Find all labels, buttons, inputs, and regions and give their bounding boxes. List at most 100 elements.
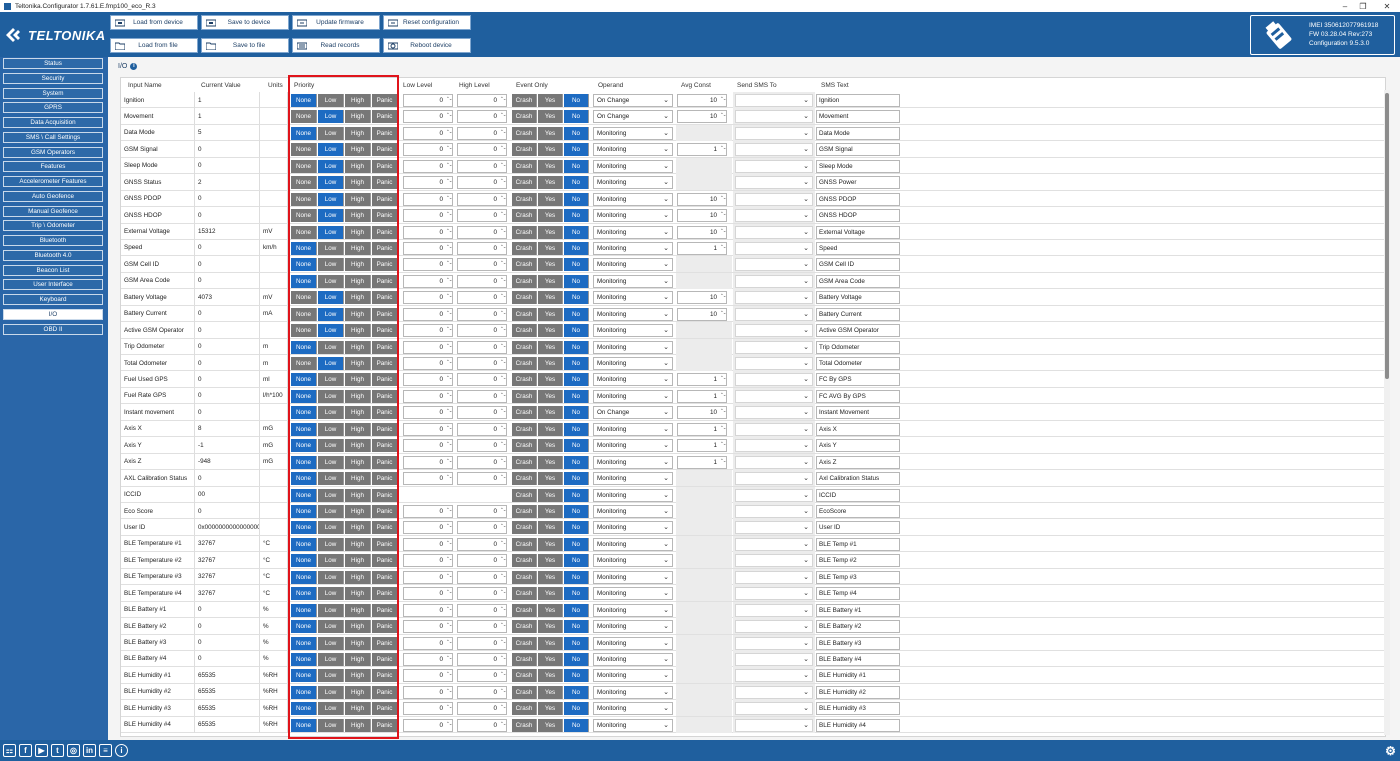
priority-none-button[interactable]: None	[291, 488, 317, 502]
update-firmware-button[interactable]: Update firmware	[292, 15, 380, 30]
low-level-input[interactable]: 0	[403, 307, 453, 321]
priority-low-button[interactable]: Low	[318, 143, 344, 157]
low-level-input[interactable]: 0	[403, 455, 453, 469]
priority-high-button[interactable]: High	[345, 554, 371, 568]
reboot-device-button[interactable]: Reboot device	[383, 38, 471, 53]
sms-text-input[interactable]: ICCID	[816, 488, 900, 502]
operand-select[interactable]: Monitoring ⌄	[593, 143, 673, 157]
operand-select[interactable]: Monitoring ⌄	[593, 192, 673, 206]
priority-none-button[interactable]: None	[291, 669, 317, 683]
priority-panic-button[interactable]: Panic	[372, 340, 398, 354]
send-sms-to-select[interactable]: ⌄	[735, 702, 813, 716]
event-no-button[interactable]: No	[564, 307, 589, 321]
send-sms-to-select[interactable]: ⌄	[735, 505, 813, 518]
priority-high-button[interactable]: High	[345, 192, 371, 206]
event-yes-button[interactable]: Yes	[538, 110, 563, 124]
high-level-input[interactable]: 0	[457, 192, 507, 206]
event-yes-button[interactable]: Yes	[538, 406, 563, 420]
low-level-input[interactable]: 0	[403, 274, 453, 288]
event-no-button[interactable]: No	[564, 340, 589, 354]
event-yes-button[interactable]: Yes	[538, 159, 563, 173]
event-no-button[interactable]: No	[564, 472, 589, 486]
high-level-input[interactable]: 0	[457, 587, 507, 601]
event-yes-button[interactable]: Yes	[538, 554, 563, 568]
event-no-button[interactable]: No	[564, 422, 589, 436]
priority-high-button[interactable]: High	[345, 324, 371, 338]
priority-high-button[interactable]: High	[345, 94, 371, 107]
priority-none-button[interactable]: None	[291, 209, 317, 223]
operand-select[interactable]: Monitoring ⌄	[593, 620, 673, 634]
priority-low-button[interactable]: Low	[318, 357, 344, 371]
operand-select[interactable]: Monitoring ⌄	[593, 176, 673, 190]
priority-low-button[interactable]: Low	[318, 340, 344, 354]
priority-none-button[interactable]: None	[291, 702, 317, 716]
avg-const-input[interactable]: 10	[677, 192, 727, 206]
avg-const-input[interactable]: 10	[677, 94, 727, 107]
avg-const-input[interactable]: 10	[677, 110, 727, 124]
priority-low-button[interactable]: Low	[318, 422, 344, 436]
event-no-button[interactable]: No	[564, 274, 589, 288]
send-sms-to-select[interactable]: ⌄	[735, 159, 813, 173]
priority-high-button[interactable]: High	[345, 669, 371, 683]
priority-high-button[interactable]: High	[345, 373, 371, 387]
event-no-button[interactable]: No	[564, 554, 589, 568]
event-no-button[interactable]: No	[564, 505, 589, 518]
event-yes-button[interactable]: Yes	[538, 488, 563, 502]
sidebar-item-bluetooth[interactable]: Bluetooth	[3, 235, 103, 246]
sms-text-input[interactable]: Axis X	[816, 422, 900, 436]
priority-low-button[interactable]: Low	[318, 258, 344, 272]
send-sms-to-select[interactable]: ⌄	[735, 439, 813, 453]
event-crash-button[interactable]: Crash	[512, 505, 537, 518]
low-level-input[interactable]: 0	[403, 258, 453, 272]
send-sms-to-select[interactable]: ⌄	[735, 307, 813, 321]
operand-select[interactable]: Monitoring ⌄	[593, 587, 673, 601]
priority-panic-button[interactable]: Panic	[372, 652, 398, 666]
priority-none-button[interactable]: None	[291, 521, 317, 535]
send-sms-to-select[interactable]: ⌄	[735, 406, 813, 420]
high-level-input[interactable]: 0	[457, 110, 507, 124]
priority-high-button[interactable]: High	[345, 702, 371, 716]
high-level-input[interactable]: 0	[457, 373, 507, 387]
operand-select[interactable]: Monitoring ⌄	[593, 209, 673, 223]
sms-text-input[interactable]: GNSS HDOP	[816, 209, 900, 223]
operand-select[interactable]: Monitoring ⌄	[593, 636, 673, 650]
low-level-input[interactable]: 0	[403, 225, 453, 239]
high-level-input[interactable]: 0	[457, 472, 507, 486]
priority-high-button[interactable]: High	[345, 521, 371, 535]
send-sms-to-select[interactable]: ⌄	[735, 373, 813, 387]
event-yes-button[interactable]: Yes	[538, 455, 563, 469]
priority-high-button[interactable]: High	[345, 307, 371, 321]
priority-low-button[interactable]: Low	[318, 126, 344, 140]
priority-none-button[interactable]: None	[291, 537, 317, 551]
event-no-button[interactable]: No	[564, 570, 589, 584]
sms-text-input[interactable]: BLE Battery #1	[816, 603, 900, 617]
high-level-input[interactable]: 0	[457, 702, 507, 716]
low-level-input[interactable]: 0	[403, 192, 453, 206]
priority-high-button[interactable]: High	[345, 505, 371, 518]
event-yes-button[interactable]: Yes	[538, 241, 563, 255]
operand-select[interactable]: Monitoring ⌄	[593, 274, 673, 288]
sidebar-item-manual-geofence[interactable]: Manual Geofence	[3, 205, 103, 217]
priority-panic-button[interactable]: Panic	[372, 620, 398, 634]
event-yes-button[interactable]: Yes	[538, 570, 563, 584]
event-crash-button[interactable]: Crash	[512, 669, 537, 683]
priority-panic-button[interactable]: Panic	[372, 258, 398, 272]
event-yes-button[interactable]: Yes	[538, 603, 563, 617]
priority-high-button[interactable]: High	[345, 291, 371, 305]
send-sms-to-select[interactable]: ⌄	[735, 389, 813, 403]
sms-text-input[interactable]: GNSS PDOP	[816, 192, 900, 206]
priority-low-button[interactable]: Low	[318, 159, 344, 173]
send-sms-to-select[interactable]: ⌄	[735, 521, 813, 535]
high-level-input[interactable]: 0	[457, 652, 507, 666]
sidebar-item-beacon-list[interactable]: Beacon List	[3, 264, 103, 276]
priority-low-button[interactable]: Low	[318, 554, 344, 568]
operand-select[interactable]: Monitoring ⌄	[593, 570, 673, 584]
send-sms-to-select[interactable]: ⌄	[735, 488, 813, 502]
event-no-button[interactable]: No	[564, 291, 589, 305]
sms-text-input[interactable]: GSM Signal	[816, 143, 900, 157]
operand-select[interactable]: Monitoring ⌄	[593, 241, 673, 255]
priority-low-button[interactable]: Low	[318, 488, 344, 502]
high-level-input[interactable]: 0	[457, 307, 507, 321]
event-no-button[interactable]: No	[564, 702, 589, 716]
event-yes-button[interactable]: Yes	[538, 505, 563, 518]
